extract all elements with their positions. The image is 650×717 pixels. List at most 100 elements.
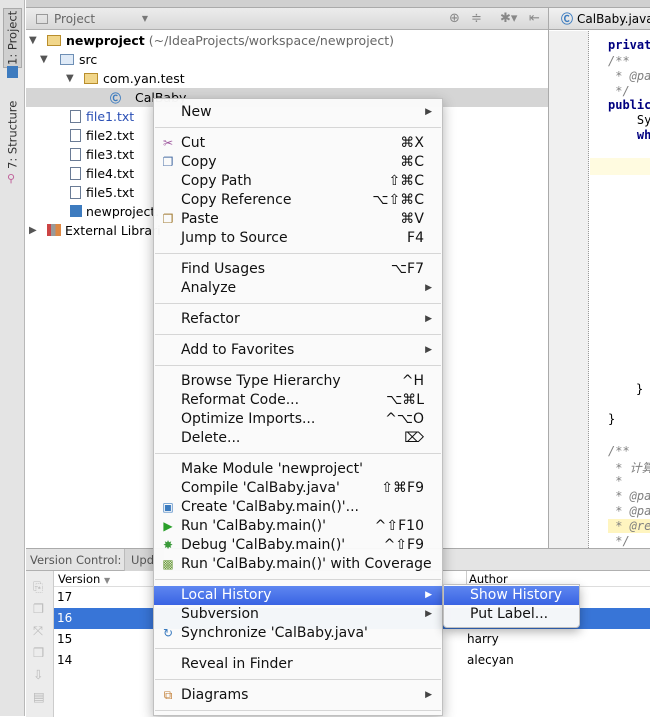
expand-triangle-icon[interactable]: ▼ [40,50,48,69]
menu-item-jump-to-source[interactable]: Jump to Source F4 [154,229,442,248]
library-icon [47,224,61,236]
diff-icon[interactable]: ⤧ [33,623,43,639]
expand-triangle-icon[interactable]: ▼ [29,31,37,50]
hide-panel-icon[interactable]: ⇤ [529,11,540,26]
menu-item-browse-type-hierarchy[interactable]: Browse Type Hierarchy ^H [154,372,442,391]
menu-item-reveal-in-finder[interactable]: Reveal in Finder [154,655,442,674]
gear-icon[interactable]: ✱▾ [500,11,517,26]
tree-label: file3.txt [86,147,135,162]
menu-separator [154,329,442,341]
menu-separator [154,448,442,460]
menu-item-debug-calbaby-main[interactable]: ✸ Debug 'CalBaby.main()' ^⇧F9 [154,536,442,555]
menu-item-label: Cut [181,135,206,151]
menu-item-label: Copy [181,154,217,170]
menu-item-label: Reveal in Finder [181,656,293,672]
menu-item-paste[interactable]: ❐ Paste ⌘V [154,210,442,229]
project-view-selector[interactable]: Project ▼ [30,10,152,28]
tree-path-hint: (~/IdeaProjects/workspace/newproject) [148,33,395,48]
menu-item-shortcut: ^⇧F9 [383,537,424,553]
file-icon [70,110,81,123]
tab-structure[interactable]: 7: Structure [3,100,22,170]
current-line-highlight [590,158,650,175]
code-line: } [636,382,644,396]
collapse-all-icon[interactable]: ≑ [471,11,482,26]
submenu-arrow-icon: ▶ [425,690,432,700]
menu-item-copy[interactable]: ❐ Copy ⌘C [154,153,442,172]
editor-tab-calbaby[interactable]: Ⓒ CalBaby.java [549,8,650,30]
code-editor[interactable]: Ⓒ CalBaby.java privat /** * @pa */ public… [548,8,650,548]
debug-icon: ✸ [162,538,174,552]
menu-item-label: Jump to Source [181,230,288,246]
submenu-arrow-icon: ▶ [425,314,432,324]
menu-separator [154,122,442,134]
expand-triangle-icon[interactable]: ▶ [29,221,37,240]
menu-item-copy-path[interactable]: Copy Path ⇧⌘C [154,172,442,191]
menu-item-diagrams[interactable]: ⧉ Diagrams ▶ [154,686,442,705]
menu-item-local-history[interactable]: Local History ▶ [154,586,442,605]
menu-item-create-calbaby-main[interactable]: ▣ Create 'CalBaby.main()'... [154,498,442,517]
menu-item-find-usages[interactable]: Find Usages ⌥F7 [154,260,442,279]
annotate-icon[interactable]: ▤ [33,689,45,704]
menu-item-put-label[interactable]: Put Label... [444,605,579,624]
revert-icon[interactable]: ❒ [33,645,44,660]
menu-item-label: Subversion [181,606,259,622]
menu-item-label: Put Label... [470,606,549,622]
file-icon [70,148,81,161]
menu-item-show-history[interactable]: Show History [444,586,579,605]
chevron-down-icon: ▼ [141,14,148,23]
file-icon [70,167,81,180]
submenu-arrow-icon: ▶ [425,345,432,355]
menu-item-make-module-newproject[interactable]: Make Module 'newproject' [154,460,442,479]
menu-item-delete[interactable]: Delete... ⌦ [154,429,442,448]
menu-item-shortcut: ^⌥O [385,411,424,427]
code-line: Sy [608,113,650,127]
menu-item-analyze[interactable]: Analyze ▶ [154,279,442,298]
cell-author: alecyan [467,653,514,667]
copy-icon[interactable]: ❐ [33,601,44,616]
code-line: public [608,98,650,112]
tab-project[interactable]: 1: Project [3,8,22,68]
code-line: */ [608,534,630,548]
version-control-toolbar: ⎘ ❐ ⤧ ❒ ⇩ ▤ [26,571,54,717]
menu-item-shortcut: ⌦ [404,430,424,446]
tree-label: com.yan.test [103,71,185,86]
file-icon [70,186,81,199]
menu-item-run-calbaby-main[interactable]: ▶ Run 'CalBaby.main()' ^⇧F10 [154,517,442,536]
menu-item-synchronize-calbaby-java[interactable]: ↻ Synchronize 'CalBaby.java' [154,624,442,643]
tree-label: file1.txt [86,109,135,124]
menu-item-subversion[interactable]: Subversion ▶ [154,605,442,624]
locate-icon[interactable]: ⊕ [449,11,460,26]
menu-item-cut[interactable]: ✂ Cut ⌘X [154,134,442,153]
menu-item-new[interactable]: New ▶ [154,103,442,122]
tree-item-src[interactable]: ▼ src [26,50,548,69]
tree-item-newproject[interactable]: ▼ newproject (~/IdeaProjects/workspace/ne… [26,31,548,50]
menu-item-copy-reference[interactable]: Copy Reference ⌥⇧⌘C [154,191,442,210]
menu-item-label: Copy Path [181,173,252,189]
menu-item-label: Browse Type Hierarchy [181,373,341,389]
coverage-icon: ▩ [162,557,174,571]
scissors-icon: ✂ [162,136,174,150]
project-panel-header: Project ▼ ⊕ ≑ ✱▾ ⇤ [26,8,548,30]
cell-version: 15 [57,632,73,646]
expand-triangle-icon[interactable]: ▼ [66,69,74,88]
menu-item-refactor[interactable]: Refactor ▶ [154,310,442,329]
menu-item-compile-calbaby-java[interactable]: Compile 'CalBaby.java' ⇧⌘F9 [154,479,442,498]
menu-separator [154,643,442,655]
compare-icon[interactable]: ⎘ [33,579,43,595]
menu-item-run-calbaby-main-with-coverage[interactable]: ▩ Run 'CalBaby.main()' with Coverage [154,555,442,574]
file-icon [70,129,81,142]
menu-item-label: Copy Reference [181,192,292,208]
menu-separator [154,574,442,586]
menu-separator [154,360,442,372]
menu-item-shortcut: ^⇧F10 [374,518,424,534]
menu-item-label: Paste [181,211,219,227]
menu-item-shortcut: ⌥⇧⌘C [372,192,424,208]
menu-item-label: Run 'CalBaby.main()' with Coverage [181,556,432,572]
menu-item-optimize-imports[interactable]: Optimize Imports... ^⌥O [154,410,442,429]
get-icon[interactable]: ⇩ [33,667,43,682]
tree-item-package[interactable]: ▼ com.yan.test [26,69,548,88]
menu-item-add-to-favorites[interactable]: Add to Favorites ▶ [154,341,442,360]
menu-item-reformat-code[interactable]: Reformat Code... ⌥⌘L [154,391,442,410]
project-view-label: Project [54,12,96,26]
code-line: * [608,474,623,488]
